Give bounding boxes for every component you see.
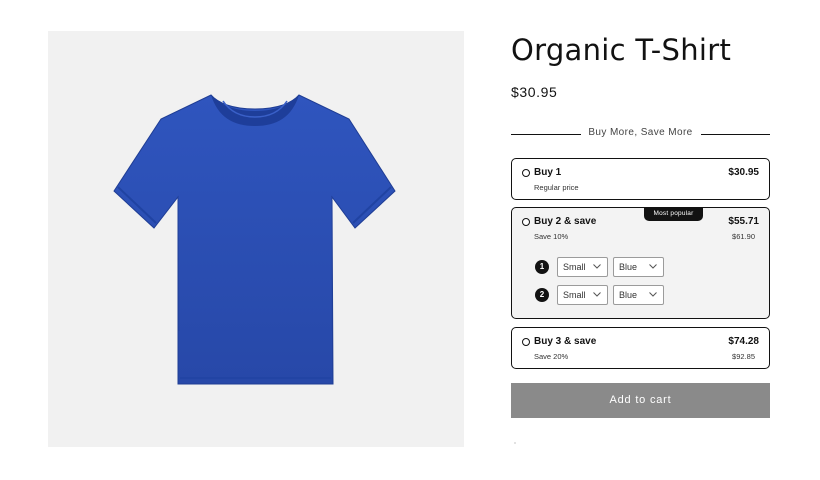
product-image-panel bbox=[48, 31, 464, 447]
offer-subtitle: Save 10% bbox=[534, 232, 569, 241]
offer-radio[interactable] bbox=[522, 218, 530, 226]
color-select-value: Blue bbox=[619, 262, 638, 272]
offer-title: Buy 1 bbox=[534, 167, 562, 178]
divider-line-right bbox=[701, 134, 770, 135]
chevron-down-icon bbox=[649, 292, 657, 297]
size-select[interactable]: Small bbox=[557, 257, 608, 277]
color-select[interactable]: Blue bbox=[613, 257, 664, 277]
chevron-down-icon bbox=[593, 292, 601, 297]
offer-price: $55.71 bbox=[728, 216, 759, 227]
offer-radio[interactable] bbox=[522, 338, 530, 346]
color-select-value: Blue bbox=[619, 290, 638, 300]
chevron-down-icon bbox=[649, 264, 657, 269]
size-select-value: Small bbox=[563, 290, 586, 300]
product-title: Organic T-Shirt bbox=[511, 33, 732, 67]
color-select[interactable]: Blue bbox=[613, 285, 664, 305]
offer-radio[interactable] bbox=[522, 169, 530, 177]
variant-number: 1 bbox=[535, 260, 549, 274]
offer-title: Buy 2 & save bbox=[534, 216, 597, 227]
offer-price: $74.28 bbox=[728, 336, 759, 347]
offer-compare-price: $61.90 bbox=[732, 232, 755, 241]
offer-title: Buy 3 & save bbox=[534, 336, 597, 347]
bundle-heading-text: Buy More, Save More bbox=[588, 127, 693, 138]
variant-number: 2 bbox=[535, 288, 549, 302]
offer-buy-2[interactable]: Most popular Buy 2 & save Save 10% $55.7… bbox=[511, 207, 770, 319]
bundle-heading: Buy More, Save More bbox=[511, 127, 770, 141]
offer-compare-price: $92.85 bbox=[732, 352, 755, 361]
product-price: $30.95 bbox=[511, 84, 558, 100]
chevron-down-icon bbox=[593, 264, 601, 269]
offer-subtitle: Save 20% bbox=[534, 352, 569, 361]
offer-buy-3[interactable]: Buy 3 & save Save 20% $74.28 $92.85 bbox=[511, 327, 770, 369]
offer-price: $30.95 bbox=[728, 167, 759, 178]
add-to-cart-button[interactable]: Add to cart bbox=[511, 383, 770, 418]
offer-subtitle: Regular price bbox=[534, 183, 579, 192]
size-select[interactable]: Small bbox=[557, 285, 608, 305]
decorative-dot bbox=[514, 442, 516, 444]
size-select-value: Small bbox=[563, 262, 586, 272]
most-popular-badge: Most popular bbox=[644, 207, 703, 221]
tshirt-image bbox=[113, 94, 396, 385]
offer-buy-1[interactable]: Buy 1 Regular price $30.95 bbox=[511, 158, 770, 200]
